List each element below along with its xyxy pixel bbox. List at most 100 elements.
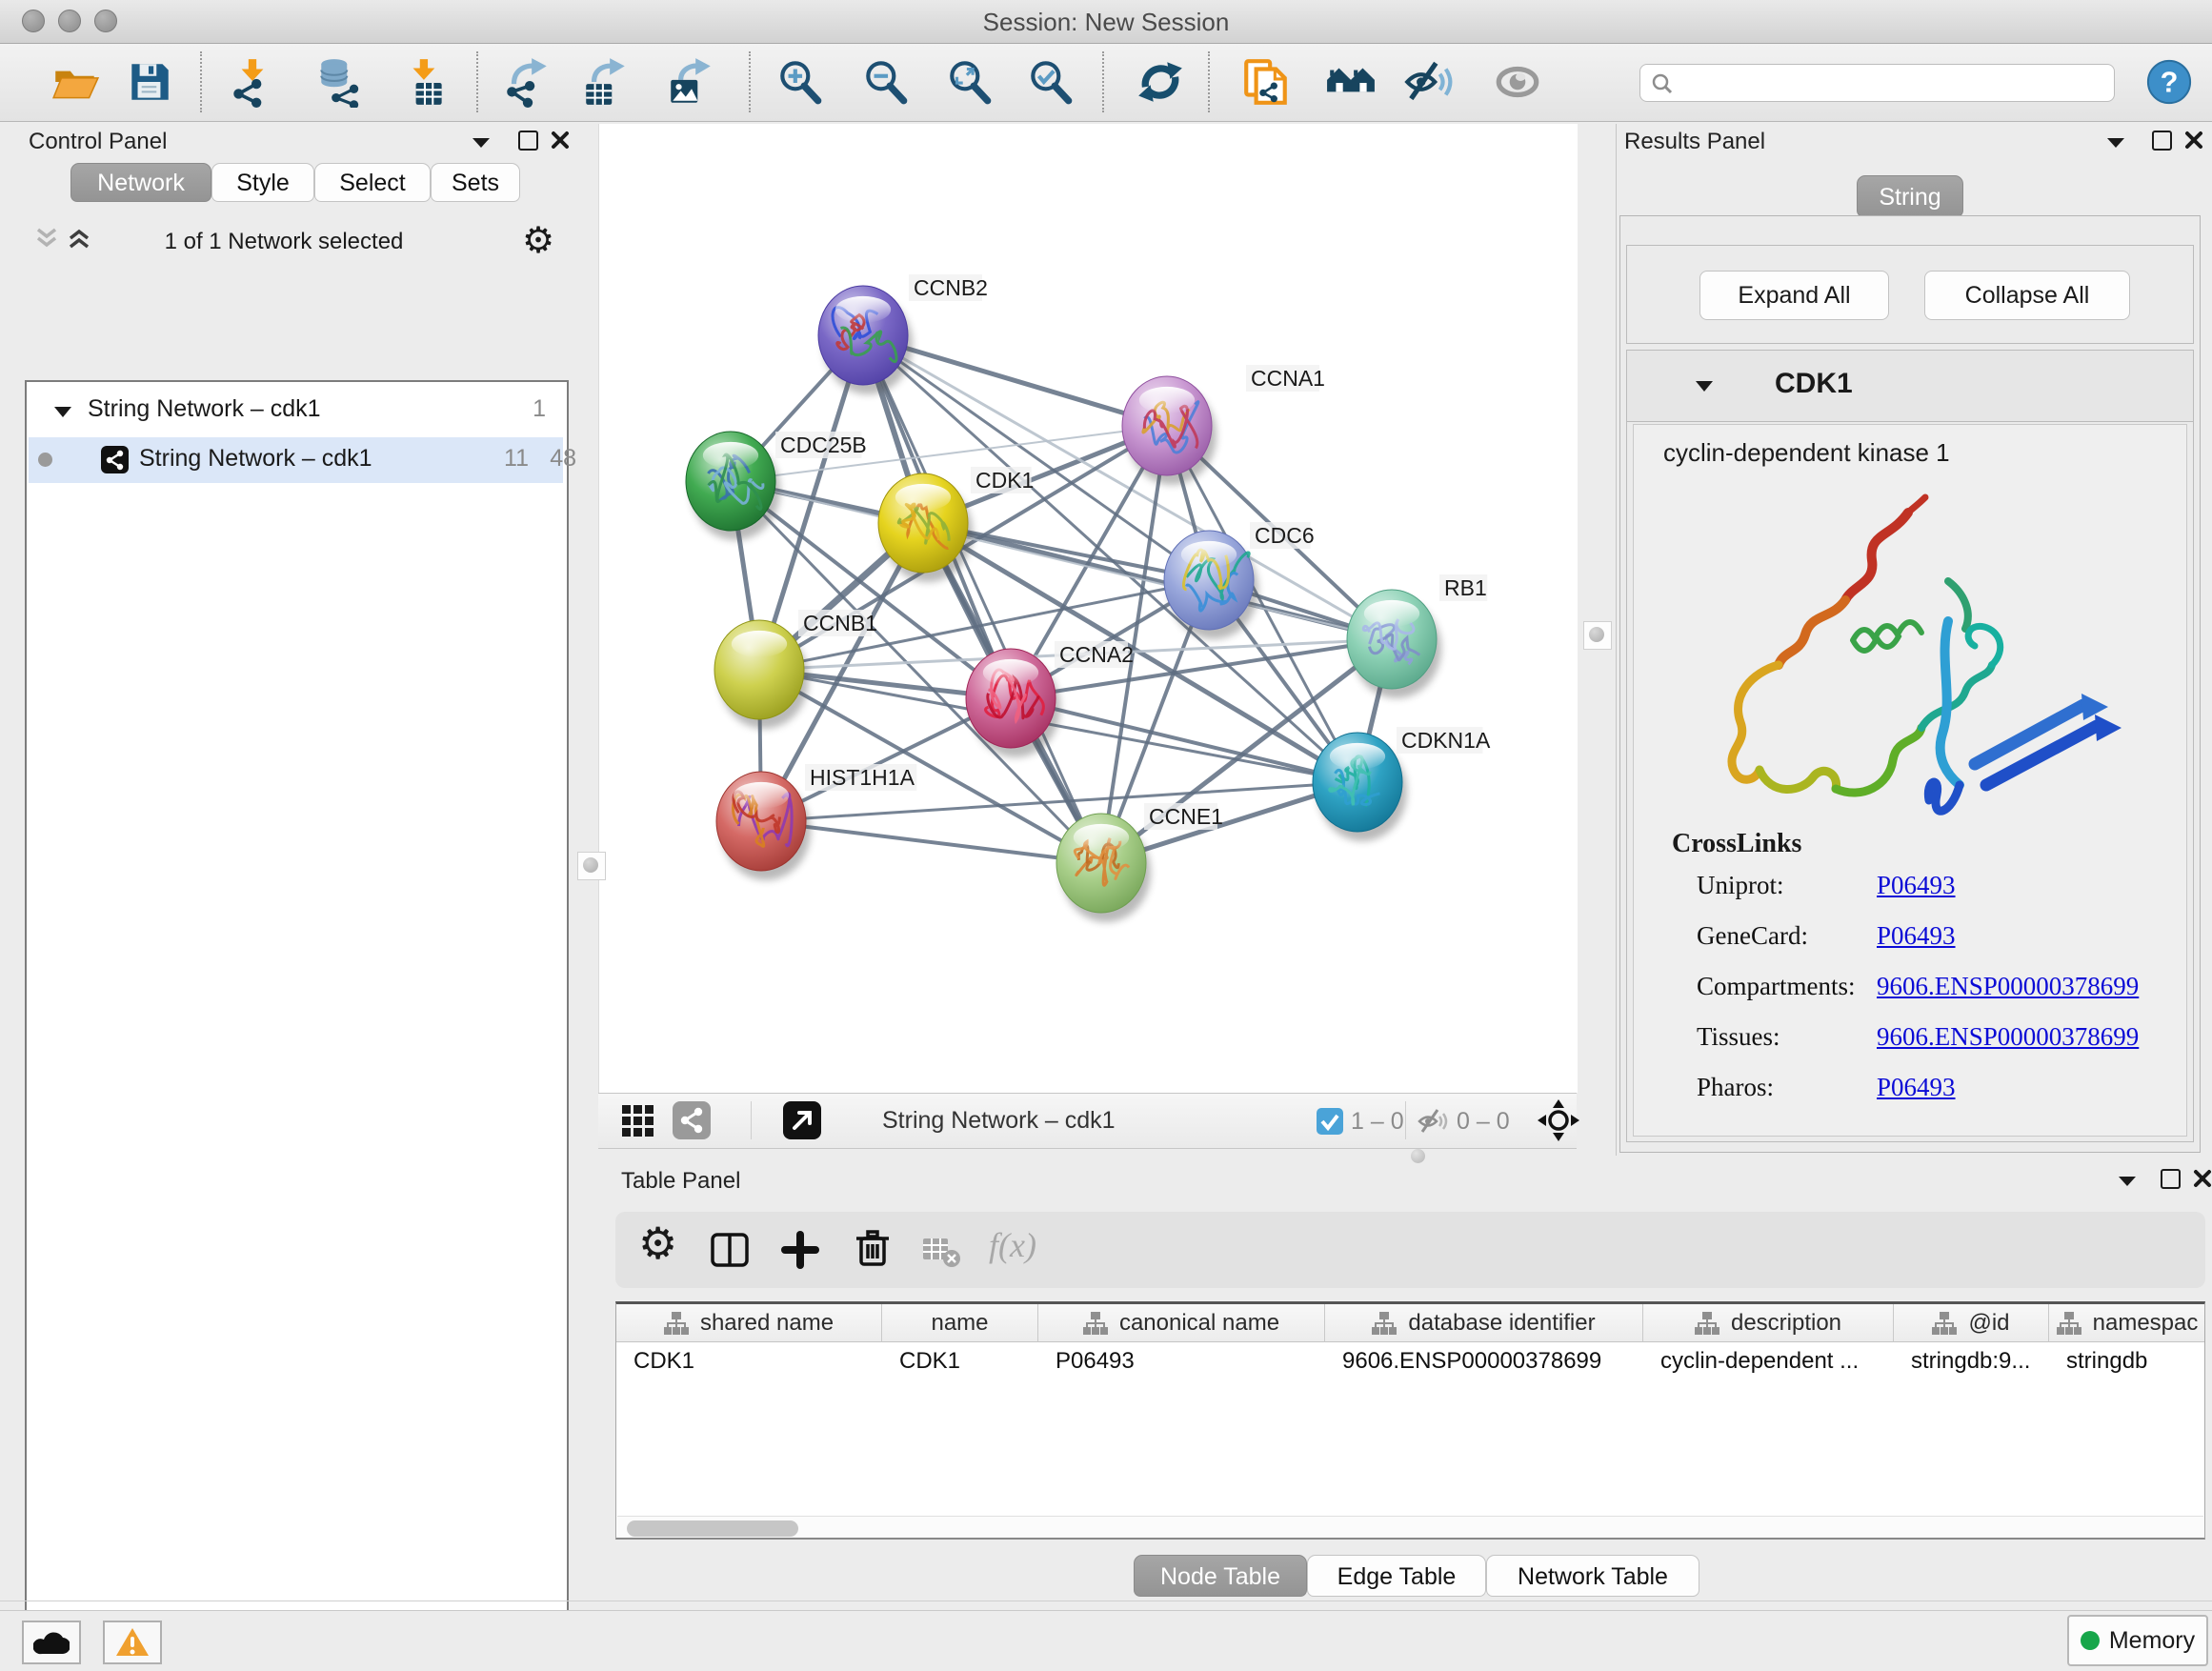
expand-all-button[interactable]: Expand All (1699, 271, 1889, 320)
node-CDK1[interactable] (878, 473, 973, 582)
home-icon[interactable] (1325, 56, 1377, 108)
search-field[interactable] (1639, 64, 2115, 102)
export-image-icon[interactable] (665, 56, 716, 108)
tab-node-table[interactable]: Node Table (1134, 1555, 1307, 1597)
node-CDKN1A[interactable] (1313, 733, 1407, 841)
warnings-button[interactable] (103, 1621, 162, 1664)
network-collection-row[interactable]: String Network – cdk1 1 (29, 393, 563, 432)
delete-column-trash-icon[interactable] (852, 1227, 894, 1274)
tab-sets[interactable]: Sets (431, 163, 520, 202)
table-cell[interactable]: 9606.ENSP00000378699 (1325, 1342, 1643, 1380)
network-row-selected[interactable]: String Network – cdk1 11 48 (29, 437, 563, 483)
column-header-namespac[interactable]: namespac (2049, 1304, 2205, 1342)
tab-style[interactable]: Style (211, 163, 314, 202)
selected-checkbox-icon[interactable] (1317, 1108, 1343, 1139)
column-header-shared-name[interactable]: shared name (616, 1304, 882, 1342)
import-network-database-icon[interactable] (314, 56, 366, 108)
table-cell[interactable]: CDK1 (616, 1342, 882, 1380)
table-cell[interactable]: stringdb (2049, 1342, 2205, 1380)
fit-content-crosshair-icon[interactable] (1538, 1099, 1579, 1146)
column-header-database-identifier[interactable]: database identifier (1325, 1304, 1643, 1342)
hidden-eye-slash-icon[interactable] (1417, 1105, 1449, 1142)
zoom-in-icon[interactable] (774, 56, 826, 108)
node-RB1[interactable] (1347, 590, 1441, 698)
svg-text:?: ? (2161, 66, 2179, 99)
collection-label: String Network – cdk1 (88, 395, 321, 423)
hide-panels-eye-slash-icon[interactable] (1402, 56, 1454, 108)
network-edge-count: 48 (524, 445, 576, 473)
node-CCNA2[interactable] (966, 649, 1060, 757)
results-panel-close-icon[interactable] (2184, 131, 2203, 154)
column-header-canonical-name[interactable]: canonical name (1038, 1304, 1325, 1342)
horizontal-scrollbar[interactable] (617, 1516, 2203, 1540)
node-label-CCNA2: CCNA2 (1059, 642, 1134, 667)
add-column-icon[interactable] (779, 1229, 821, 1276)
node-section-header[interactable]: CDK1 (1627, 351, 2193, 422)
clone-network-icon[interactable] (1240, 56, 1292, 108)
tab-string[interactable]: String (1857, 175, 1963, 217)
crosslink-uniprot-link[interactable]: P06493 (1877, 871, 1956, 900)
network-icon-gray[interactable] (673, 1101, 711, 1144)
open-session-icon[interactable] (50, 56, 101, 108)
table-panel-menu-icon[interactable] (2117, 1174, 2138, 1192)
import-table-file-icon[interactable] (400, 56, 452, 108)
tab-network[interactable]: Network (70, 163, 211, 202)
export-table-icon[interactable] (580, 56, 632, 108)
node-CCNE1[interactable] (1056, 814, 1151, 922)
table-cell[interactable]: P06493 (1038, 1342, 1325, 1380)
column-header-name[interactable]: name (882, 1304, 1038, 1342)
cloud-icon (33, 1630, 70, 1655)
table-panel-close-icon[interactable] (2193, 1169, 2212, 1193)
grid-view-icon[interactable] (621, 1104, 655, 1143)
right-splitter-handle[interactable] (1583, 621, 1612, 650)
tab-select[interactable]: Select (314, 163, 431, 202)
table-cell[interactable]: stringdb:9... (1894, 1342, 2049, 1380)
node-CDC6[interactable] (1164, 531, 1258, 639)
scrollbar-thumb[interactable] (627, 1520, 798, 1537)
import-network-file-icon[interactable] (227, 56, 278, 108)
crosslink-genecard-link[interactable]: P06493 (1877, 921, 1956, 951)
control-panel-menu-icon[interactable] (471, 135, 492, 153)
table-cell[interactable]: cyclin-dependent ... (1643, 1342, 1894, 1380)
column-header-description[interactable]: description (1643, 1304, 1894, 1342)
node-HIST1H1A[interactable] (716, 772, 811, 880)
table-panel-float-icon[interactable] (2161, 1169, 2181, 1189)
show-panel-eye-icon[interactable] (1492, 56, 1543, 108)
edge-HIST1H1A-CCNE1[interactable] (761, 821, 1101, 863)
crosslink-pharos-link[interactable]: P06493 (1877, 1073, 1956, 1102)
collapse-all-button[interactable]: Collapse All (1924, 271, 2130, 320)
zoom-fit-icon[interactable] (944, 56, 995, 108)
tab-network-table[interactable]: Network Table (1486, 1555, 1699, 1597)
node-CCNB2[interactable] (818, 286, 913, 394)
tree-expand-icon[interactable] (53, 405, 72, 423)
crosslink-tissues-link[interactable]: 9606.ENSP00000378699 (1877, 1022, 2139, 1052)
birdseye-view-icon[interactable] (783, 1101, 821, 1144)
left-splitter-handle[interactable] (577, 852, 606, 880)
save-session-icon[interactable] (124, 56, 175, 108)
node-label-CCNA1: CCNA1 (1251, 366, 1325, 391)
zoom-out-icon[interactable] (860, 56, 912, 108)
refresh-icon[interactable] (1135, 56, 1186, 108)
node-CDC25B[interactable] (686, 432, 780, 540)
cloud-button[interactable] (22, 1621, 81, 1664)
results-panel-menu-icon[interactable] (2105, 135, 2126, 153)
node-CCNA1[interactable] (1122, 376, 1217, 485)
memory-button[interactable]: Memory (2067, 1615, 2208, 1666)
column-header--id[interactable]: @id (1894, 1304, 2049, 1342)
control-panel-close-icon[interactable] (551, 131, 570, 154)
section-collapse-icon[interactable] (1694, 379, 1715, 397)
show-columns-icon[interactable] (709, 1229, 751, 1276)
network-canvas[interactable]: CCNB2CCNA1CDC25BCDK1CDC6RB1CCNB1CCNA2CDK… (598, 124, 1578, 1093)
network-label: String Network – cdk1 (139, 445, 372, 473)
table-settings-gear-icon[interactable]: ⚙ (638, 1218, 677, 1269)
export-network-icon[interactable] (502, 56, 553, 108)
tab-edge-table[interactable]: Edge Table (1307, 1555, 1486, 1597)
control-panel-float-icon[interactable] (518, 131, 538, 151)
search-input[interactable] (1682, 67, 2105, 99)
crosslink-compartments-link[interactable]: 9606.ENSP00000378699 (1877, 972, 2139, 1001)
table-cell[interactable]: CDK1 (882, 1342, 1038, 1380)
help-icon[interactable]: ? (2145, 58, 2193, 106)
results-panel-float-icon[interactable] (2152, 131, 2172, 151)
zoom-selected-icon[interactable] (1025, 56, 1076, 108)
network-options-gear-icon[interactable]: ⚙ (522, 219, 554, 261)
